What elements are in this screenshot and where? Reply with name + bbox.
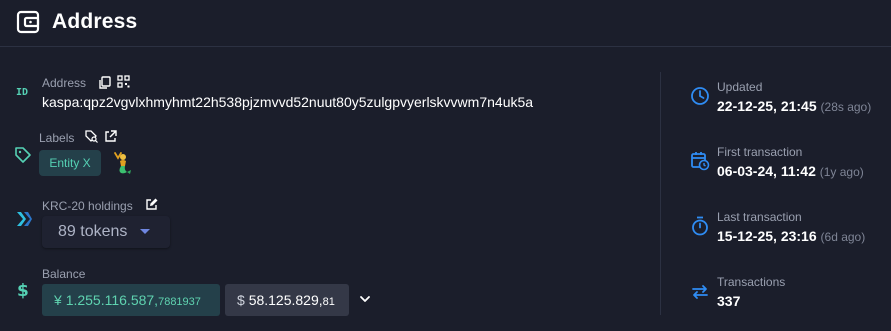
svg-text:$: $ xyxy=(17,281,29,300)
qr-code-icon[interactable] xyxy=(117,75,130,88)
tag-icon xyxy=(15,147,31,163)
labels-label: Labels xyxy=(39,131,75,145)
balance-label: Balance xyxy=(42,267,86,281)
tokens-select[interactable]: 89 tokens xyxy=(42,216,170,248)
stopwatch-icon xyxy=(692,216,708,236)
mermaid-emoji-icon xyxy=(114,152,131,174)
usd-symbol: $ xyxy=(237,292,245,308)
last-tx-datetime: 15-12-25, 23:16 xyxy=(717,228,817,244)
kas-main: 1.255.116.587, xyxy=(65,292,159,308)
address-value[interactable]: kaspa:qpz2vgvlxhmyhmt22h538pjzmvvd52nuut… xyxy=(42,94,533,110)
last-tx-value: 15-12-25, 23:16 (6d ago) xyxy=(717,228,865,244)
kas-symbol: ¥ xyxy=(54,292,62,308)
address-label: Address xyxy=(42,76,87,90)
clock-icon xyxy=(691,87,709,105)
edit-icon[interactable] xyxy=(145,198,158,211)
first-tx-ago: (1y ago) xyxy=(819,165,864,179)
kas-decimals: 7881937 xyxy=(158,296,201,308)
usd-decimals: 81 xyxy=(322,296,335,308)
swap-arrows-icon xyxy=(692,285,708,299)
first-tx-label: First transaction xyxy=(717,145,803,159)
kas-balance: ¥ 1.255.116.587,7881937 xyxy=(42,284,220,316)
chevron-down-icon[interactable] xyxy=(359,293,371,305)
page-header: Address xyxy=(0,0,891,47)
updated-value: 22-12-25, 21:45 (28s ago) xyxy=(717,98,871,114)
last-tx-ago: (6d ago) xyxy=(820,230,866,244)
krc20-icon xyxy=(17,212,32,226)
label-tag[interactable]: Entity X xyxy=(39,150,101,176)
id-icon: ID xyxy=(16,87,28,98)
transactions-value: 337 xyxy=(717,293,741,309)
tokens-select-value: 89 tokens xyxy=(58,223,128,240)
caret-down-icon xyxy=(140,229,150,234)
copy-icon[interactable] xyxy=(98,76,111,89)
usd-main: 58.125.829, xyxy=(248,292,323,308)
page-title: Address xyxy=(52,10,138,33)
updated-datetime: 22-12-25, 21:45 xyxy=(717,98,817,114)
first-tx-datetime: 06-03-24, 11:42 xyxy=(717,163,816,179)
external-link-icon[interactable] xyxy=(104,130,117,143)
updated-ago: (28s ago) xyxy=(820,100,872,114)
last-tx-label: Last transaction xyxy=(717,210,802,224)
wallet-icon xyxy=(16,10,40,34)
krc20-label: KRC-20 holdings xyxy=(42,199,133,213)
updated-label: Updated xyxy=(717,80,763,94)
column-divider xyxy=(660,72,661,315)
calendar-clock-icon xyxy=(691,152,710,171)
usd-balance: $ 58.125.829,81 xyxy=(225,284,349,316)
search-tag-icon[interactable] xyxy=(85,130,98,143)
dollar-icon: $ xyxy=(17,281,29,300)
transactions-label: Transactions xyxy=(717,275,786,289)
svg-text:ID: ID xyxy=(16,87,28,98)
first-tx-value: 06-03-24, 11:42 (1y ago) xyxy=(717,163,864,179)
